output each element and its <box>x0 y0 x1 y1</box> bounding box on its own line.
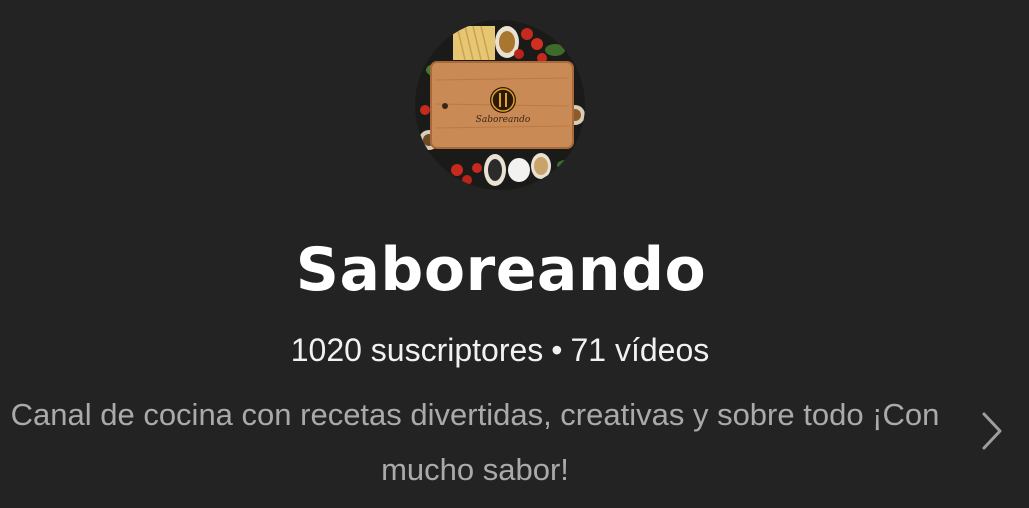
video-count: 71 vídeos <box>570 332 710 368</box>
channel-avatar[interactable]: Saboreando <box>415 20 585 190</box>
avatar-food-image: Saboreando <box>415 20 585 190</box>
chevron-right-icon[interactable] <box>972 406 1012 456</box>
channel-header: Saboreando Saboreando 1020 suscriptores •… <box>0 0 1029 508</box>
avatar-logo-text: Saboreando <box>476 115 531 125</box>
channel-description[interactable]: Canal de cocina con recetas divertidas, … <box>10 387 940 497</box>
stats-separator: • <box>551 332 563 368</box>
channel-name: Saboreando <box>295 235 707 305</box>
channel-stats: 1020 suscriptores • 71 vídeos <box>0 330 1000 370</box>
subscriber-count: 1020 suscriptores <box>290 332 544 368</box>
